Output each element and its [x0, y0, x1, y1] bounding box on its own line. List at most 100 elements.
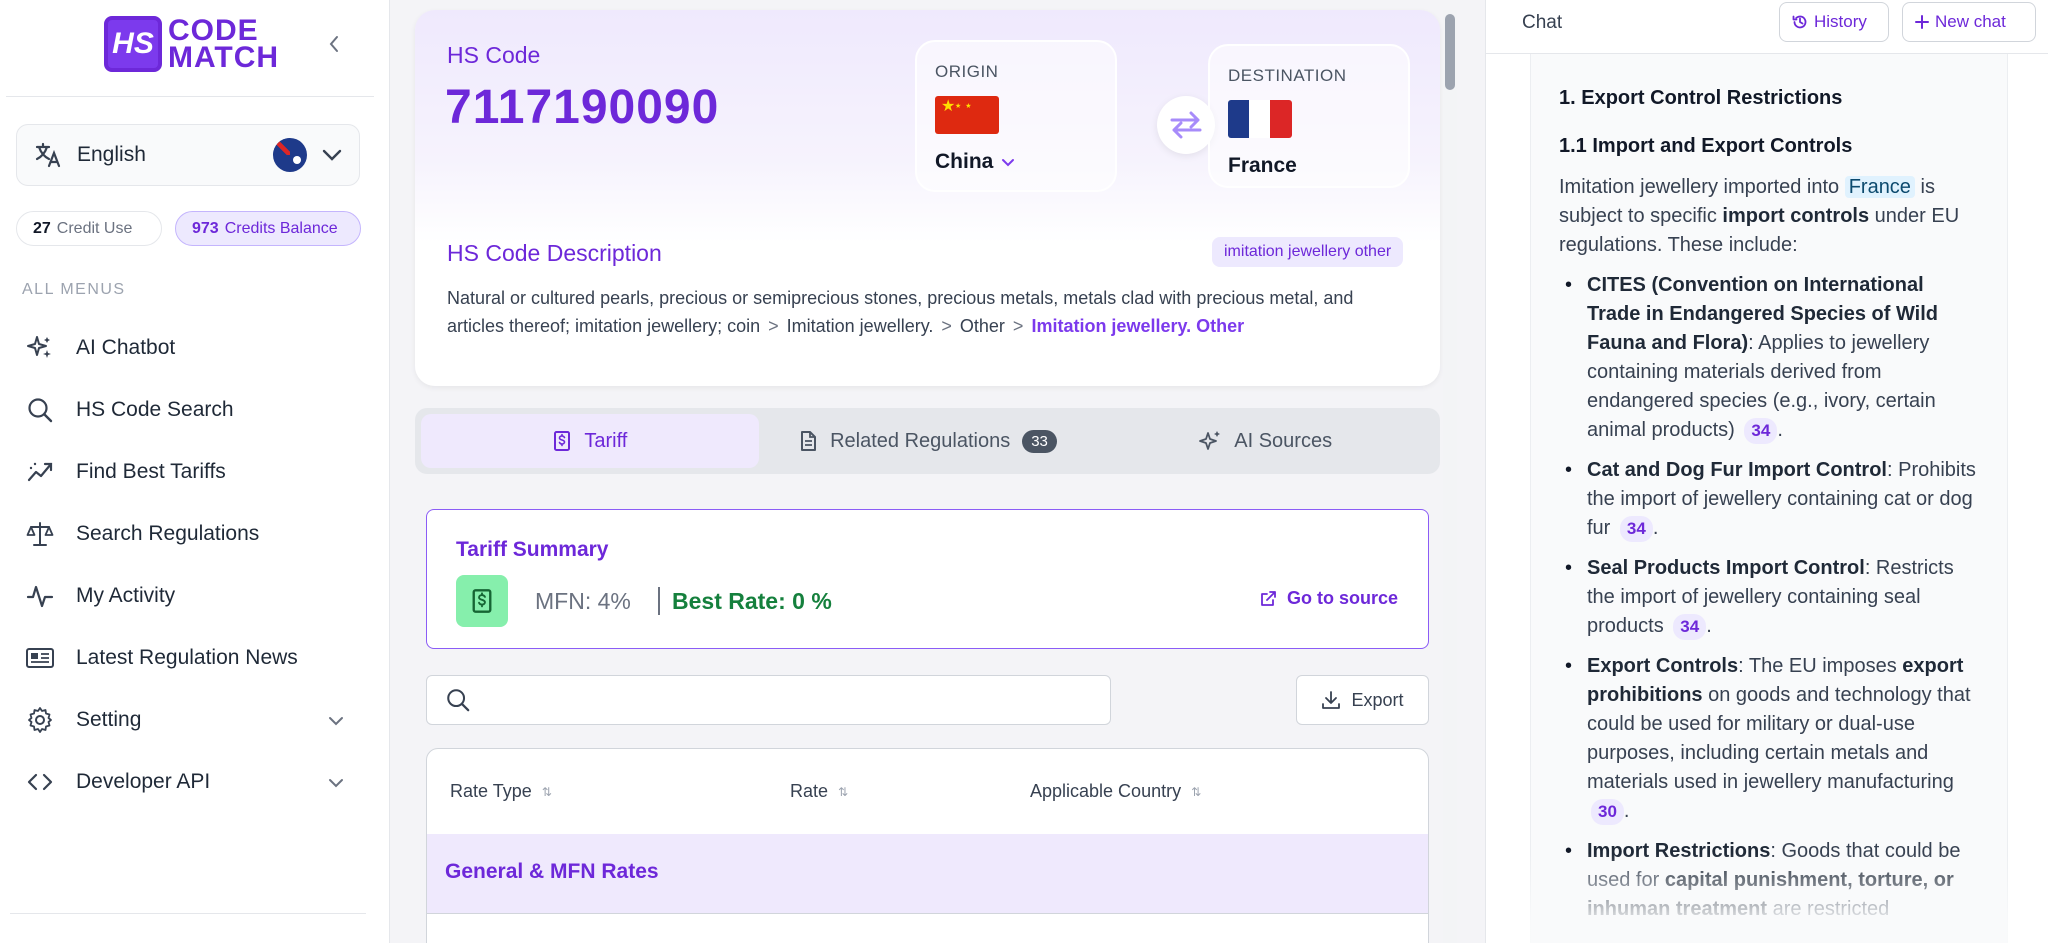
credit-use-label: Credit Use	[56, 219, 133, 237]
hs-description-text: Natural or cultured pearls, precious or …	[447, 284, 1407, 340]
country-highlight: France	[1844, 176, 1915, 198]
sidebar-item-latest-regulation-news[interactable]: Latest Regulation News	[22, 634, 352, 682]
desc-part2: Imitation jewellery.	[786, 316, 934, 336]
sidebar-item-search-regulations[interactable]: Search Regulations	[22, 510, 352, 558]
history-label: History	[1814, 12, 1867, 31]
tariff-summary-title: Tariff Summary	[456, 538, 609, 561]
document-icon	[798, 430, 818, 452]
tab-related-regulations[interactable]: Related Regulations 33	[759, 414, 1097, 468]
tariff-search-input[interactable]	[483, 689, 1092, 711]
sidebar-item-label: Find Best Tariffs	[76, 460, 226, 483]
logo-text-line2: MATCH	[168, 41, 280, 74]
bold-text: Cat and Dog Fur Import Control	[1587, 459, 1887, 481]
origin-country-select[interactable]: ORIGIN China	[915, 40, 1117, 192]
detail-tabs: Tariff Related Regulations 33 AI Sources	[415, 408, 1440, 474]
app-logo[interactable]: HS CODE MATCH	[104, 14, 280, 74]
export-label: Export	[1351, 689, 1404, 710]
column-header-applicable-country[interactable]: Applicable Country ⇅	[1030, 781, 1201, 802]
sidebar-item-label: My Activity	[76, 584, 176, 607]
trend-chart-icon	[22, 454, 58, 490]
breadcrumb-separator: >	[768, 316, 779, 336]
logo-text-line1: CODE	[168, 14, 259, 47]
credit-balance-badge[interactable]: 973 Credits Balance	[175, 211, 361, 246]
table-header: Rate Type ⇅ Rate ⇅ Applicable Country ⇅	[427, 749, 1428, 834]
list-item: Import Restrictions: Goods that could be…	[1565, 837, 1979, 924]
tab-label: Tariff	[584, 429, 628, 452]
sidebar-item-my-activity[interactable]: My Activity	[22, 572, 352, 620]
logo-text: CODE MATCH	[168, 14, 280, 74]
sidebar-item-find-best-tariffs[interactable]: Find Best Tariffs	[22, 448, 352, 496]
column-header-label: Applicable Country	[1030, 781, 1182, 801]
text-segment: Imitation jewellery imported into	[1559, 176, 1840, 198]
credit-use-badge: 27 Credit Use	[16, 211, 162, 246]
destination-country-name: France	[1228, 154, 1297, 177]
sidebar-item-hs-code-search[interactable]: HS Code Search	[22, 386, 352, 434]
bold-text: Export Controls	[1587, 655, 1739, 677]
history-button[interactable]: History	[1779, 2, 1889, 42]
hs-description-title: HS Code Description	[447, 240, 662, 266]
assistant-message: 1. Export Control Restrictions 1.1 Impor…	[1559, 84, 1979, 935]
tab-tariff[interactable]: Tariff	[421, 414, 759, 468]
group-label: General & MFN Rates	[445, 860, 659, 883]
sidebar: HS CODE MATCH English 27 Credit Use 973 …	[0, 0, 390, 943]
description-tag: imitation jewellery other	[1212, 237, 1404, 267]
breadcrumb-separator: >	[1012, 316, 1024, 336]
sparkles-icon	[22, 330, 58, 366]
go-to-source-label: Go to source	[1286, 588, 1398, 608]
sidebar-item-setting[interactable]: Setting	[22, 696, 352, 744]
column-header-rate[interactable]: Rate ⇅	[790, 781, 848, 802]
newspaper-icon	[22, 640, 58, 676]
message-list: CITES (Convention on International Trade…	[1559, 271, 1979, 924]
table-group-row: General & MFN Rates	[427, 834, 1428, 914]
mfn-rate: MFN: 4%	[535, 588, 631, 614]
divider	[6, 96, 374, 97]
sidebar-item-label: AI Chatbot	[76, 336, 176, 359]
translate-icon	[35, 142, 61, 168]
list-item: CITES (Convention on International Trade…	[1565, 271, 1979, 445]
search-icon	[22, 392, 58, 428]
list-item: Export Controls: The EU imposes export p…	[1565, 652, 1979, 826]
main-content: HS Code 7117190090 ORIGIN China DESTINAT…	[391, 0, 1485, 943]
tab-ai-sources[interactable]: AI Sources	[1096, 414, 1434, 468]
sidebar-item-label: HS Code Search	[76, 398, 234, 421]
sidebar-item-developer-api[interactable]: Developer API	[22, 758, 352, 806]
sidebar-item-ai-chatbot[interactable]: AI Chatbot	[22, 324, 352, 372]
main-scrollbar-track	[1443, 10, 1457, 943]
export-button[interactable]: Export	[1296, 675, 1429, 725]
citation-badge[interactable]: 34	[1619, 516, 1653, 542]
column-header-rate-type[interactable]: Rate Type ⇅	[450, 781, 552, 802]
chevron-down-icon	[328, 708, 344, 732]
sort-icon: ⇅	[541, 784, 552, 799]
message-heading: 1. Export Control Restrictions	[1559, 87, 1843, 109]
plus-icon	[1915, 15, 1929, 29]
main-scrollbar-thumb[interactable]	[1445, 14, 1455, 90]
destination-country: DESTINATION France	[1208, 44, 1410, 188]
uk-flag-icon	[273, 138, 307, 172]
new-chat-button[interactable]: New chat	[1902, 2, 2036, 42]
language-select[interactable]: English	[16, 124, 360, 186]
tariff-table: Rate Type ⇅ Rate ⇅ Applicable Country ⇅ Gen…	[426, 748, 1429, 943]
citation-badge[interactable]: 34	[1744, 418, 1778, 444]
desc-highlight: Imitation jewellery. Other	[1031, 316, 1245, 336]
citation-badge[interactable]: 30	[1591, 799, 1624, 825]
collapse-sidebar-button[interactable]	[320, 30, 348, 58]
best-rate: Best Rate: 0 %	[672, 588, 832, 614]
code-icon	[22, 764, 58, 800]
citation-badge[interactable]: 34	[1673, 614, 1707, 640]
new-chat-label: New chat	[1935, 12, 2006, 31]
sparkles-icon	[1198, 429, 1222, 453]
text-segment: : The EU imposes	[1738, 655, 1897, 677]
go-to-source-link[interactable]: Go to source	[1259, 588, 1398, 609]
breadcrumb-separator: >	[941, 316, 952, 336]
france-flag-icon	[1228, 100, 1292, 138]
origin-country-name: China	[935, 150, 994, 173]
list-item: Cat and Dog Fur Import Control: Prohibit…	[1565, 456, 1979, 543]
bold-text: Import Restrictions	[1587, 840, 1771, 862]
activity-icon	[22, 578, 58, 614]
credit-balance-label: Credits Balance	[224, 219, 338, 237]
language-label: English	[77, 143, 146, 166]
credit-use-value: 27	[33, 219, 51, 237]
divider	[10, 913, 366, 914]
swap-icon	[1170, 111, 1202, 139]
swap-countries-button[interactable]	[1157, 96, 1215, 154]
